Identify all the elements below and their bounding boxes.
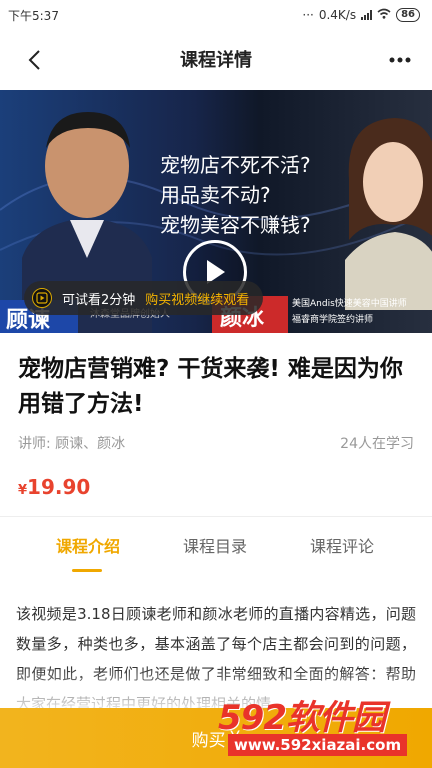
lecturer-right-caption: 美国Andis快速美容中国讲师 福睿商学院签约讲师 (292, 296, 407, 328)
watermark-logo-text: 软件园 (285, 698, 386, 738)
tab-course-intro[interactable]: 课程介绍 (56, 533, 120, 557)
slogan-line: 宠物店不死不活? (160, 153, 311, 177)
watermark-logo-num: 592 (218, 698, 287, 738)
nav-bar: 课程详情 (0, 30, 432, 88)
price-value: 19.90 (27, 475, 91, 499)
slogan-line: 宠物美容不赚钱? (160, 213, 311, 237)
learner-count: 24人在学习 (340, 436, 414, 452)
watermark-logo: 592软件园 (218, 690, 386, 739)
more-dots-icon: ··· (302, 8, 314, 22)
buy-to-continue-link[interactable]: 购买视频继续观看 (145, 289, 249, 308)
status-time: 下午5:37 (8, 8, 59, 23)
trial-bar[interactable]: 可试看2分钟 购买视频继续观看 (24, 281, 264, 315)
slogan-line: 用品卖不动? (160, 183, 271, 207)
caption-line: 福睿商学院签约讲师 (292, 315, 374, 325)
course-tabs: 课程介绍 课程目录 课程评论 (0, 533, 432, 581)
divider (0, 516, 432, 517)
more-horizontal-icon[interactable] (386, 46, 414, 74)
video-slogans: 宠物店不死不活? 用品卖不动? 宠物美容不赚钱? (160, 150, 311, 240)
site-watermark: 592软件园 www.592xiazai.com (218, 690, 432, 768)
course-price: ¥19.90 (18, 475, 90, 499)
price-symbol: ¥ (18, 483, 28, 498)
trial-text: 可试看2分钟 (62, 292, 136, 308)
status-bar: 下午5:37 ··· 0.4K/s 86 (0, 0, 432, 30)
tab-course-reviews[interactable]: 课程评论 (310, 533, 374, 557)
course-meta: 讲师: 顾谏、颜冰 24人在学习 (18, 433, 414, 453)
network-speed: 0.4K/s (318, 8, 357, 22)
page-title: 课程详情 (180, 50, 252, 71)
video-player[interactable]: 宠物店不死不活? 用品卖不动? 宠物美容不赚钱? 顾谏 颜冰 沐森堂品牌创始人 … (0, 90, 432, 333)
status-icons: ··· 0.4K/s 86 (302, 8, 420, 22)
lecturer-label: 讲师: 顾谏、颜冰 (18, 436, 126, 452)
battery-icon: 86 (396, 8, 420, 22)
tab-underline (72, 569, 102, 572)
tab-course-catalog[interactable]: 课程目录 (183, 533, 247, 557)
caption-line: 美国Andis快速美容中国讲师 (292, 299, 407, 309)
video-icon (32, 288, 52, 308)
chevron-left-icon[interactable] (20, 46, 48, 74)
wifi-icon (377, 8, 391, 22)
signal-icon (361, 10, 373, 20)
watermark-url: www.592xiazai.com (228, 734, 408, 756)
course-title: 宠物店营销难? 干货来袭! 难是因为你用错了方法! (18, 356, 403, 417)
lecturer-right-photo (345, 118, 432, 310)
